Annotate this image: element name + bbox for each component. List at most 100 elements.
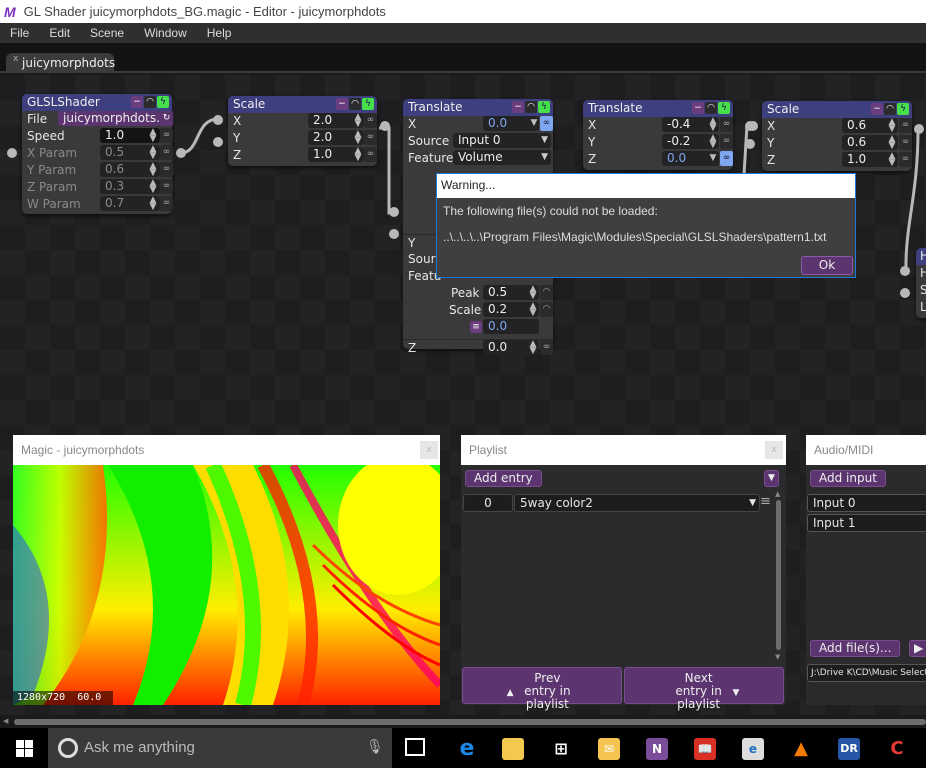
entry-select[interactable]: 5way color2 ▼ — [514, 494, 760, 512]
node-header[interactable]: GLSLShader − ◠ ϟ — [22, 94, 172, 111]
minimize-icon[interactable]: − — [131, 96, 143, 108]
menu-icon[interactable]: ≡ — [470, 321, 482, 333]
link-icon[interactable]: ∞ — [899, 135, 912, 150]
playlist-menu-chevron-icon[interactable]: ▼ — [764, 470, 779, 487]
node-header[interactable]: Scale − ◠ ϟ — [228, 96, 377, 113]
spinner-icon[interactable]: ▲ ▼ — [354, 130, 362, 146]
node-scale-2[interactable]: Scale − ◠ ϟ X 0.6 ▲ ▼ ∞ Y 0.6 ▲ ▼ ∞ Z 1.0 ▲ ▼ ∞ — [762, 101, 912, 171]
link-icon[interactable]: ∞ — [364, 147, 377, 162]
scroll-left-icon[interactable]: ◀ — [3, 717, 8, 725]
minimize-icon[interactable]: − — [692, 102, 704, 114]
windows-start-icon[interactable] — [16, 740, 33, 757]
menu-window[interactable]: Window — [134, 26, 197, 40]
link-icon[interactable]: ∞ — [364, 113, 377, 128]
node-scale-1[interactable]: Scale − ◠ ϟ X 2.0 ▲ ▼ ∞ Y 2.0 ▲ ▼ ∞ Z 1.0 ▲ ▼ ∞ — [228, 96, 377, 166]
power-icon[interactable]: ϟ — [538, 101, 550, 113]
ok-button[interactable]: Ok — [801, 256, 853, 275]
listen-icon[interactable]: ◠ — [349, 98, 361, 110]
horizontal-scrollbar[interactable]: ◀ — [0, 716, 926, 727]
tab-juicymorphdots[interactable]: x juicymorphdots — [6, 53, 115, 73]
spinner-icon[interactable]: ▲ ▼ — [709, 117, 717, 133]
scroll-thumb[interactable] — [14, 719, 926, 725]
reader-icon[interactable]: 📖 — [694, 738, 716, 760]
file-path-field[interactable]: J:\Drive K\CD\Music Selection — [807, 664, 926, 682]
menu-scene[interactable]: Scene — [80, 26, 134, 40]
spinner-icon[interactable]: ▲ ▼ — [149, 179, 157, 195]
link-icon[interactable]: ∞ — [160, 162, 173, 177]
playlist-scrollbar[interactable]: ▲ ▼ — [775, 490, 783, 665]
link-icon[interactable]: ∞ — [160, 179, 173, 194]
store-icon[interactable]: ⊞ — [550, 738, 572, 760]
listen-icon[interactable]: ◠ — [540, 302, 553, 317]
add-entry-button[interactable]: Add entry — [465, 470, 542, 487]
spinner-icon[interactable]: ▲ ▼ — [709, 134, 717, 150]
power-icon[interactable]: ϟ — [718, 102, 730, 114]
dropdown-icon[interactable]: ▼ — [530, 119, 538, 128]
input-item[interactable]: Input 1 — [807, 514, 926, 532]
file-explorer-icon[interactable] — [502, 738, 524, 760]
input-port-h[interactable] — [900, 266, 910, 276]
input-port-x[interactable] — [213, 115, 223, 125]
onenote-icon[interactable]: N — [646, 738, 668, 760]
menu-help[interactable]: Help — [197, 26, 242, 40]
source-select[interactable]: Input 0 ▼ — [453, 133, 551, 148]
node-header[interactable]: Translate − ◠ ϟ — [403, 99, 553, 116]
link-icon[interactable]: ∞ — [540, 116, 553, 131]
ccleaner-icon[interactable]: C — [886, 738, 908, 760]
entry-index[interactable]: 0 — [463, 494, 513, 512]
spinner-icon[interactable]: ▲ ▼ — [354, 147, 362, 163]
node-glslshader[interactable]: GLSLShader − ◠ ϟ File juicymorphdots....… — [22, 94, 173, 214]
spinner-icon[interactable]: ▲ ▼ — [888, 152, 896, 168]
spinner-icon[interactable]: ▲ ▼ — [149, 145, 157, 161]
menu-file[interactable]: File — [0, 26, 39, 40]
edge-icon[interactable]: e — [456, 738, 478, 760]
play-icon[interactable]: ▶ — [909, 640, 926, 657]
tab-close-icon[interactable]: x — [13, 54, 18, 64]
add-files-button[interactable]: Add file(s)... — [810, 640, 901, 657]
close-icon[interactable]: x — [420, 441, 438, 459]
scroll-thumb[interactable] — [776, 500, 781, 650]
listen-icon[interactable]: ◠ — [525, 101, 537, 113]
close-icon[interactable]: x — [765, 441, 783, 459]
power-icon[interactable]: ϟ — [897, 103, 909, 115]
dropdown-icon[interactable]: ▼ — [709, 154, 717, 163]
spinner-icon[interactable]: ▲ ▼ — [529, 302, 537, 318]
listen-icon[interactable]: ◠ — [884, 103, 896, 115]
task-view-icon[interactable] — [405, 738, 425, 756]
minimize-icon[interactable]: − — [336, 98, 348, 110]
power-icon[interactable]: ϟ — [362, 98, 374, 110]
output-port[interactable] — [176, 148, 186, 158]
app-e-icon[interactable]: e — [742, 738, 764, 760]
spinner-icon[interactable]: ▲ ▼ — [149, 162, 157, 178]
spinner-icon[interactable]: ▲ ▼ — [354, 113, 362, 129]
add-input-button[interactable]: Add input — [810, 470, 886, 487]
node-header[interactable]: H — [916, 248, 926, 265]
minimize-icon[interactable]: − — [871, 103, 883, 115]
drag-handle-icon[interactable]: ≡ — [760, 495, 774, 511]
input-port-y[interactable] — [213, 137, 223, 147]
node-hsl[interactable]: H H S L — [916, 248, 926, 318]
file-select[interactable]: juicymorphdots.... — [58, 111, 171, 126]
link-icon[interactable]: ∞ — [160, 145, 173, 160]
link-icon[interactable]: ∞ — [160, 128, 173, 143]
offset-input[interactable]: 0.0 — [483, 319, 539, 334]
vlc-icon[interactable]: ▲ — [790, 738, 812, 760]
link-icon[interactable]: ∞ — [720, 117, 733, 132]
menu-edit[interactable]: Edit — [39, 26, 80, 40]
scroll-down-icon[interactable]: ▼ — [775, 653, 780, 661]
dynamic-range-icon[interactable]: DR — [838, 738, 860, 760]
prev-entry-button[interactable]: ▲ Prev entry in playlist — [462, 667, 622, 711]
node-header[interactable]: Scale − ◠ ϟ — [762, 101, 912, 118]
outlook-icon[interactable]: ✉ — [598, 738, 620, 760]
link-icon[interactable]: ∞ — [899, 152, 912, 167]
link-icon[interactable]: ∞ — [160, 196, 173, 211]
input-port-s[interactable] — [900, 288, 910, 298]
spinner-icon[interactable]: ▲ ▼ — [529, 340, 537, 356]
output-port[interactable] — [380, 121, 390, 131]
node-translate-2[interactable]: Translate − ◠ ϟ X -0.4 ▲ ▼ ∞ Y -0.2 ▲ ▼ ∞ Z 0.0 ▼ ∞ — [583, 100, 733, 170]
cortana-search-box[interactable]: Ask me anything 🎙 — [48, 728, 392, 768]
spinner-icon[interactable]: ▲ ▼ — [888, 135, 896, 151]
input-port[interactable] — [7, 148, 17, 158]
power-icon[interactable]: ϟ — [157, 96, 169, 108]
minimize-icon[interactable]: − — [512, 101, 524, 113]
